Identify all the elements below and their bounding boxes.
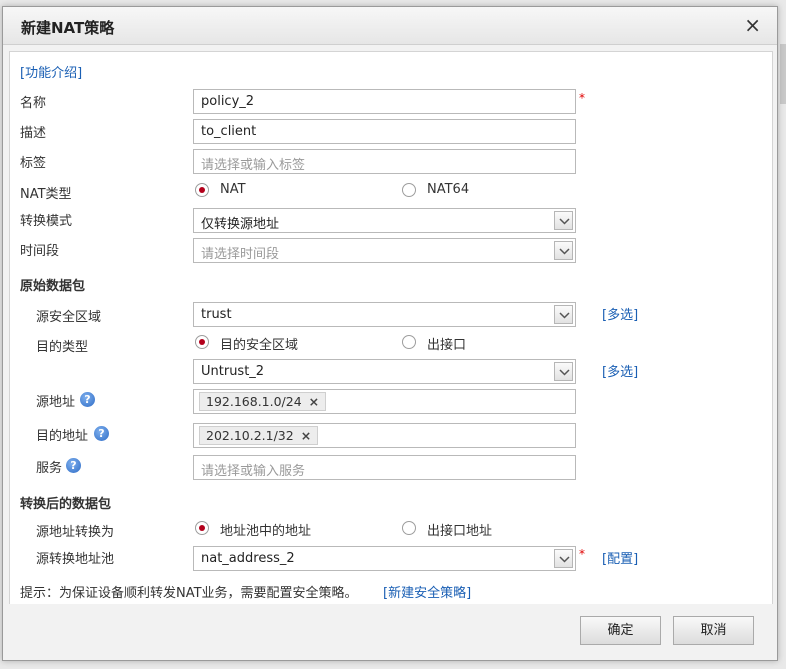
name-input[interactable]: policy_2 xyxy=(193,89,576,114)
dialog-footer: 确定 取消 xyxy=(3,604,777,660)
mode-select[interactable]: 仅转换源地址 xyxy=(193,208,576,233)
feature-intro-link[interactable]: [功能介绍] xyxy=(20,62,82,81)
cancel-button[interactable]: 取消 xyxy=(673,616,754,645)
source-zone-select[interactable]: trust xyxy=(193,302,576,327)
tag-placeholder: 请选择或输入标签 xyxy=(201,158,306,173)
source-pool-select[interactable]: nat_address_2 xyxy=(193,546,576,571)
new-nat-policy-dialog: 新建NAT策略 × [功能介绍] 名称 policy_2 * 描述 to_cli… xyxy=(2,6,778,661)
remove-tag-icon[interactable]: × xyxy=(309,394,319,409)
source-address-input[interactable]: 192.168.1.0/24 × xyxy=(193,389,576,414)
hint-text: 提示：为保证设备顺利转发NAT业务，需要配置安全策略。 xyxy=(20,586,358,601)
destination-type-label: 目的类型 xyxy=(36,340,89,355)
nat-type-nat-radio[interactable] xyxy=(195,183,209,197)
destination-zone-select[interactable]: Untrust_2 xyxy=(193,359,576,384)
source-address-help-icon[interactable]: ? xyxy=(80,392,95,407)
ok-button[interactable]: 确定 xyxy=(580,616,661,645)
new-security-policy-link[interactable]: [新建安全策略] xyxy=(383,582,471,601)
nat-type-label: NAT类型 xyxy=(20,187,72,202)
service-placeholder: 请选择或输入服务 xyxy=(201,464,306,479)
source-pool-label: 源转换地址池 xyxy=(36,552,115,567)
description-input[interactable]: to_client xyxy=(193,119,576,144)
source-address-tag: 192.168.1.0/24 × xyxy=(199,392,327,411)
interface-address-radio[interactable] xyxy=(402,521,416,535)
service-input[interactable]: 请选择或输入服务 xyxy=(193,455,576,480)
chevron-down-icon[interactable] xyxy=(554,549,573,568)
chevron-down-icon[interactable] xyxy=(554,362,573,381)
address-pool-radio-label: 地址池中的地址 xyxy=(220,524,312,539)
destination-zone-radio-label: 目的安全区域 xyxy=(220,338,299,353)
mode-label: 转换模式 xyxy=(20,214,73,229)
dialog-content: [功能介绍] 名称 policy_2 * 描述 to_client 标签 请选择… xyxy=(9,51,773,605)
source-pool-value: nat_address_2 xyxy=(201,551,295,566)
dialog-title: 新建NAT策略 xyxy=(21,19,115,37)
time-placeholder: 请选择时间段 xyxy=(201,247,280,262)
source-zone-value: trust xyxy=(201,307,232,322)
source-pool-required-mark: * xyxy=(579,547,585,561)
original-packet-title: 原始数据包 xyxy=(20,279,86,294)
chevron-down-icon[interactable] xyxy=(554,241,573,260)
description-label: 描述 xyxy=(20,126,47,141)
interface-address-radio-label: 出接口地址 xyxy=(427,524,493,539)
mode-value: 仅转换源地址 xyxy=(201,217,280,232)
source-translation-label: 源地址转换为 xyxy=(36,525,115,540)
destination-address-input[interactable]: 202.10.2.1/32 × xyxy=(193,423,576,448)
close-icon[interactable]: × xyxy=(744,14,761,36)
outbound-interface-radio-label: 出接口 xyxy=(427,338,467,353)
destination-zone-radio[interactable] xyxy=(195,335,209,349)
nat-type-nat64-label: NAT64 xyxy=(427,182,470,197)
remove-tag-icon[interactable]: × xyxy=(301,428,311,443)
destination-zone-value: Untrust_2 xyxy=(201,364,265,379)
dialog-titlebar: 新建NAT策略 × xyxy=(3,7,777,45)
destination-zone-multi-select-link[interactable]: [多选] xyxy=(602,361,638,380)
nat-type-nat64-radio[interactable] xyxy=(402,183,416,197)
chevron-down-icon[interactable] xyxy=(554,305,573,324)
destination-address-tag: 202.10.2.1/32 × xyxy=(199,426,319,445)
chevron-down-icon[interactable] xyxy=(554,211,573,230)
source-address-tag-text: 192.168.1.0/24 xyxy=(206,394,302,409)
source-zone-multi-select-link[interactable]: [多选] xyxy=(602,304,638,323)
source-zone-label: 源安全区域 xyxy=(36,310,102,325)
outbound-interface-radio[interactable] xyxy=(402,335,416,349)
destination-address-help-icon[interactable]: ? xyxy=(94,426,109,441)
service-label: 服务 xyxy=(36,461,63,476)
nat-type-nat-label: NAT xyxy=(220,182,246,197)
address-pool-radio[interactable] xyxy=(195,521,209,535)
destination-address-label: 目的地址 xyxy=(36,429,89,444)
configure-pool-link[interactable]: [配置] xyxy=(602,548,638,567)
source-address-label: 源地址 xyxy=(36,395,76,410)
name-label: 名称 xyxy=(20,96,47,111)
tag-input[interactable]: 请选择或输入标签 xyxy=(193,149,576,174)
translated-packet-title: 转换后的数据包 xyxy=(20,497,112,512)
tag-label: 标签 xyxy=(20,156,47,171)
description-value: to_client xyxy=(201,124,257,139)
time-label: 时间段 xyxy=(20,244,60,259)
service-help-icon[interactable]: ? xyxy=(66,458,81,473)
name-required-mark: * xyxy=(579,91,585,105)
destination-address-tag-text: 202.10.2.1/32 xyxy=(206,428,294,443)
name-value: policy_2 xyxy=(201,94,255,109)
background-scrollbar xyxy=(780,44,786,104)
time-select[interactable]: 请选择时间段 xyxy=(193,238,576,263)
